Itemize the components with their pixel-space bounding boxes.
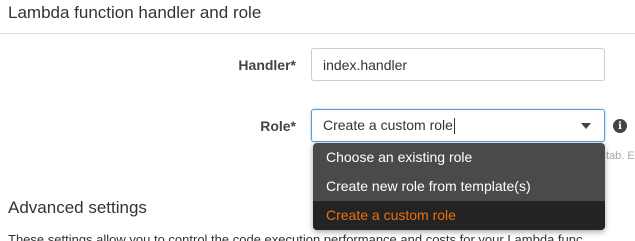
role-hint-text: tab. E (606, 150, 635, 162)
advanced-settings-title: Advanced settings (8, 198, 147, 217)
handler-input-value: index.handler (323, 56, 408, 73)
info-icon[interactable]: i (613, 119, 627, 133)
role-option-existing[interactable]: Choose an existing role (313, 143, 605, 172)
role-select-value-text: Create a custom role (323, 116, 453, 133)
text-cursor (453, 118, 455, 135)
section-divider (0, 33, 635, 34)
role-option-from-template[interactable]: Create new role from template(s) (313, 172, 605, 201)
role-select-value: Create a custom role (323, 116, 455, 135)
role-select[interactable]: Create a custom role (311, 109, 605, 142)
role-label: Role* (260, 118, 296, 134)
chevron-down-icon[interactable] (581, 122, 591, 129)
role-dropdown-menu: Choose an existing role Create new role … (313, 143, 605, 230)
lambda-handler-role-panel: Lambda function handler and role Handler… (0, 0, 635, 241)
handler-label: Handler* (238, 57, 296, 73)
advanced-settings-description: These settings allow you to control the … (8, 232, 583, 241)
role-option-custom[interactable]: Create a custom role (313, 201, 605, 230)
section-title: Lambda function handler and role (8, 3, 262, 22)
handler-input[interactable]: index.handler (311, 48, 605, 81)
